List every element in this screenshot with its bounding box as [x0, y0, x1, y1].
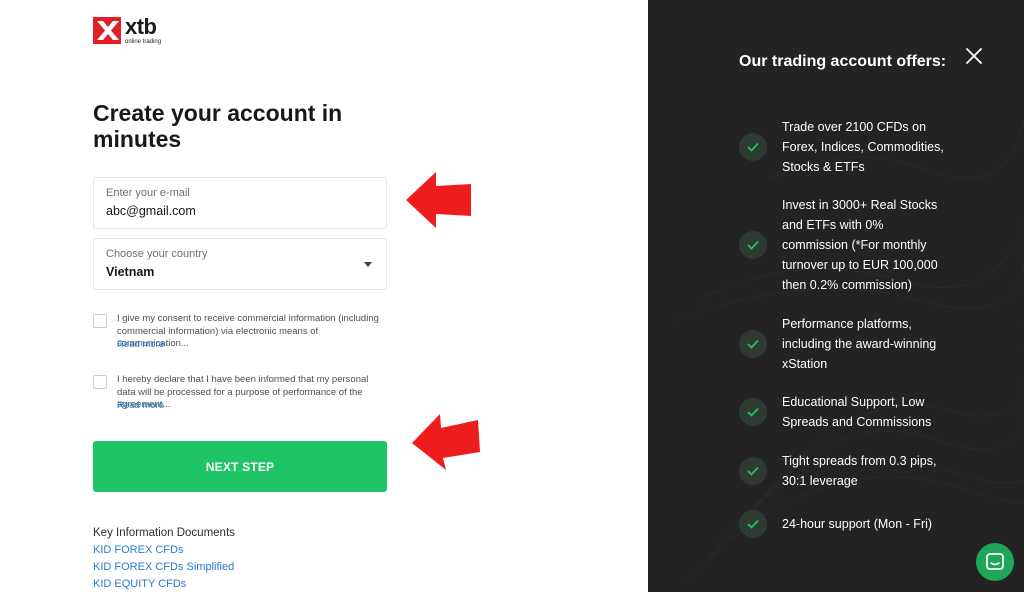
- offer-text: Educational Support, Low Spreads and Com…: [782, 395, 932, 429]
- marketing-consent-checkbox[interactable]: [93, 314, 107, 328]
- offer-item: Trade over 2100 CFDs on Forex, Indices, …: [739, 117, 1019, 177]
- xtb-logo-mark: [93, 17, 121, 44]
- check-icon: [739, 231, 767, 259]
- offer-item: Performance platforms, including the awa…: [739, 314, 1019, 374]
- check-icon: [739, 398, 767, 426]
- offer-text: 24-hour support (Mon - Fri): [782, 517, 933, 531]
- offer-text: Performance platforms, including the awa…: [782, 317, 937, 371]
- close-icon[interactable]: [965, 47, 983, 65]
- page-title: Create your account in minutes: [93, 100, 343, 152]
- offer-item: 24-hour support (Mon - Fri): [739, 510, 1019, 542]
- offer-text: Trade over 2100 CFDs on Forex, Indices, …: [782, 120, 944, 174]
- data-processing-consent-checkbox[interactable]: [93, 375, 107, 389]
- kid-equity-cfds-link[interactable]: KID EQUITY CFDs: [93, 578, 186, 590]
- email-value[interactable]: abc@gmail.com: [106, 204, 196, 218]
- red-arrow-icon: [406, 172, 471, 228]
- country-value: Vietnam: [106, 265, 155, 279]
- marketing-consent-read-more[interactable]: Read more: [117, 339, 164, 350]
- offers-title: Our trading account offers:: [739, 53, 947, 70]
- offers-panel: Our trading account offers: Trade over 2…: [648, 0, 1024, 592]
- kid-title: Key Information Documents: [93, 527, 235, 539]
- check-icon: [739, 457, 767, 485]
- logo-subtitle: online trading: [125, 39, 162, 45]
- kid-forex-cfds-simplified-link[interactable]: KID FOREX CFDs Simplified: [93, 561, 234, 573]
- logo-name: xtb: [125, 14, 157, 39]
- offer-item: Educational Support, Low Spreads and Com…: [739, 392, 1019, 432]
- check-icon: [739, 510, 767, 538]
- check-icon: [739, 133, 767, 161]
- check-icon: [739, 330, 767, 358]
- offer-text: Invest in 3000+ Real Stocks and ETFs wit…: [782, 198, 938, 292]
- background-pattern: [677, 119, 1024, 581]
- offer-text: Tight spreads from 0.3 pips, 30:1 levera…: [782, 454, 937, 488]
- chat-button[interactable]: [976, 543, 1014, 581]
- chat-icon: [986, 553, 1004, 570]
- country-label: Choose your country: [106, 248, 208, 260]
- signup-panel: xtb online trading Create your account i…: [0, 0, 648, 592]
- kid-forex-cfds-link[interactable]: KID FOREX CFDs: [93, 544, 183, 556]
- offer-item: Invest in 3000+ Real Stocks and ETFs wit…: [739, 195, 1019, 295]
- email-label: Enter your e-mail: [106, 187, 190, 199]
- country-select[interactable]: Choose your country Vietnam: [93, 238, 387, 290]
- next-step-button[interactable]: NEXT STEP: [93, 441, 387, 492]
- email-field[interactable]: Enter your e-mail abc@gmail.com: [93, 177, 387, 229]
- red-arrow-icon: [412, 414, 480, 470]
- data-processing-consent-read-more[interactable]: Read more: [117, 400, 164, 411]
- chevron-down-icon[interactable]: [364, 262, 372, 267]
- offer-item: Tight spreads from 0.3 pips, 30:1 levera…: [739, 451, 1019, 491]
- xtb-logo[interactable]: xtb online trading: [93, 16, 161, 45]
